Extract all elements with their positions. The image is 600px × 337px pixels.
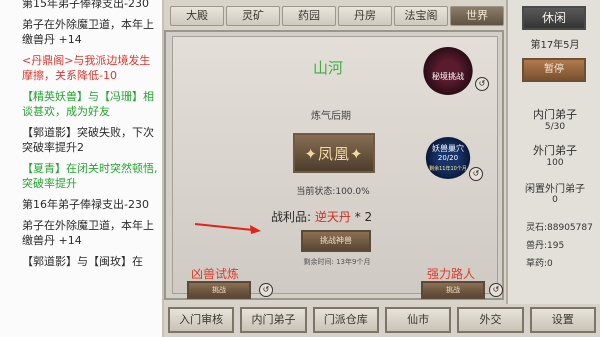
- portal-note: 剩余11年10个月: [429, 166, 467, 172]
- rest-button[interactable]: 休闲: [522, 6, 586, 30]
- tab-treasure[interactable]: 法宝阁: [394, 6, 448, 26]
- spoils-count: * 2: [354, 210, 373, 224]
- refresh-icon[interactable]: ↺: [489, 283, 503, 297]
- refresh-icon[interactable]: ↺: [475, 77, 489, 91]
- tab-alchemy[interactable]: 丹房: [338, 6, 392, 26]
- event-log[interactable]: 第15年弟子俸禄支出-230 弟子在外除魔卫道，本年上缴兽丹 +14 <丹鼎阁>…: [0, 0, 164, 337]
- challenge-beast-button[interactable]: 挑战神兽: [301, 230, 371, 252]
- log-entry: 【夏青】在闭关时突然顿悟,突破率提升: [22, 162, 158, 190]
- outer-disciples-value: 100: [546, 158, 564, 168]
- pointer-arrow-icon: [195, 223, 261, 234]
- log-entry: 【精英妖兽】与【冯珊】相谈甚欢，成为好友: [22, 90, 154, 118]
- spirit-stone-count: 灵石:88905787: [526, 223, 593, 233]
- boss-status: 当前状态:100.0%: [296, 187, 370, 197]
- portal-label: 秘境挑战: [432, 72, 464, 81]
- nav-warehouse-button[interactable]: 门派仓库: [312, 307, 379, 333]
- remaining-time: 剩余时间: 13年9个月: [303, 258, 371, 266]
- tab-herb-garden[interactable]: 药园: [282, 6, 336, 26]
- region-name: 山河: [313, 59, 344, 77]
- portal-count: 20/20: [437, 154, 459, 162]
- log-entry: 弟子在外除魔卫道，本年上缴兽丹 +14: [22, 219, 154, 247]
- strong-passerby-button[interactable]: 挑战: [421, 281, 485, 299]
- top-tabs: 大殿 灵矿 药园 丹房 法宝阁 世界: [170, 6, 504, 26]
- nav-diplomacy-button[interactable]: 外交: [457, 307, 524, 333]
- refresh-icon[interactable]: ↺: [259, 283, 273, 297]
- map-frame: 山河 秘境挑战 ↺ 炼气后期 ✦凤凰✦ 妖兽巢穴 20/20 剩余11年10个月…: [172, 36, 503, 299]
- herb-count: 草药:0: [526, 259, 553, 269]
- beast-trial-title: 凶兽试炼: [191, 267, 240, 281]
- pause-button[interactable]: 暂停: [522, 58, 586, 82]
- sect-info-panel: 休闲 第17年5月 暂停 内门弟子 5/30 外门弟子 100 闲置外门弟子 0…: [506, 0, 600, 304]
- nav-settings-button[interactable]: 设置: [529, 307, 596, 333]
- boss-card[interactable]: ✦凤凰✦: [293, 133, 375, 173]
- tab-world[interactable]: 世界: [450, 6, 504, 26]
- strong-passerby-title: 强力路人: [427, 267, 476, 281]
- world-panel: 山河 秘境挑战 ↺ 炼气后期 ✦凤凰✦ 妖兽巢穴 20/20 剩余11年10个月…: [164, 30, 504, 300]
- inner-disciples-value: 5/30: [544, 122, 566, 132]
- idle-disciples-label: 闲置外门弟子: [525, 184, 585, 195]
- log-entry: 弟子在外除魔卫道，本年上缴兽丹 +14: [22, 18, 154, 46]
- boss-realm: 炼气后期: [311, 111, 351, 122]
- nav-market-button[interactable]: 仙市: [384, 307, 452, 333]
- idle-disciples-value: 0: [552, 195, 558, 205]
- log-entry: <丹鼎阁>与我派边境发生摩擦，关系降低-10: [22, 54, 151, 82]
- outer-disciples-label: 外门弟子: [533, 144, 577, 157]
- game-date: 第17年5月: [530, 40, 580, 51]
- secret-realm-portal[interactable]: 秘境挑战: [423, 47, 473, 95]
- log-entry: 【郭道影】与【闽玫】在: [22, 255, 143, 268]
- log-entry: 【郭道影】突破失败，下次突破率提升2: [22, 126, 154, 154]
- spoils-line: 战利品: 逆天丹 * 2: [271, 208, 372, 225]
- inner-disciples-label: 内门弟子: [533, 108, 577, 121]
- log-entry: 第15年弟子俸禄支出-230: [22, 0, 149, 10]
- tab-hall[interactable]: 大殿: [170, 6, 224, 26]
- nav-admission-button[interactable]: 入门审核: [168, 307, 235, 333]
- portal-title: 妖兽巢穴: [432, 144, 464, 153]
- bottom-nav: 入门审核 内门弟子 门派仓库 仙市 外交 设置: [164, 304, 600, 337]
- spoils-label: 战利品:: [271, 210, 312, 224]
- nav-inner-disciples-button[interactable]: 内门弟子: [240, 307, 307, 333]
- tab-mine[interactable]: 灵矿: [226, 6, 280, 26]
- beast-pill-count: 兽丹:195: [526, 241, 565, 251]
- boss-name: ✦凤凰✦: [304, 144, 364, 163]
- refresh-icon[interactable]: ↺: [469, 167, 483, 181]
- beast-trial-button[interactable]: 挑战: [187, 281, 251, 299]
- log-entry: 第16年弟子俸禄支出-230: [22, 198, 149, 211]
- spoils-item: 逆天丹: [314, 210, 351, 224]
- beast-lair-portal[interactable]: 妖兽巢穴 20/20 剩余11年10个月: [425, 137, 471, 179]
